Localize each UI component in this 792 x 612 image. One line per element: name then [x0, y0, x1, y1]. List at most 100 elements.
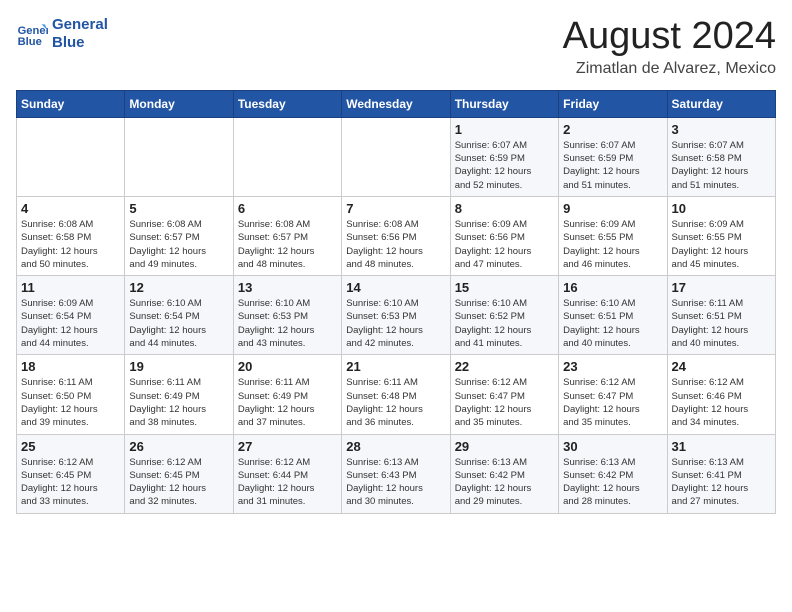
calendar-cell: 22 Sunrise: 6:12 AM Sunset: 6:47 PM Dayli…	[450, 355, 558, 434]
cell-info: Sunrise: 6:10 AM Sunset: 6:52 PM Dayligh…	[455, 297, 554, 350]
day-number: 25	[21, 439, 120, 454]
calendar-cell: 28 Sunrise: 6:13 AM Sunset: 6:43 PM Dayli…	[342, 434, 450, 513]
cell-info: Sunrise: 6:11 AM Sunset: 6:48 PM Dayligh…	[346, 376, 445, 429]
day-number: 2	[563, 122, 662, 137]
cell-info: Sunrise: 6:07 AM Sunset: 6:59 PM Dayligh…	[455, 139, 554, 192]
cell-info: Sunrise: 6:12 AM Sunset: 6:47 PM Dayligh…	[455, 376, 554, 429]
calendar-cell: 7 Sunrise: 6:08 AM Sunset: 6:56 PM Daylig…	[342, 196, 450, 275]
day-number: 14	[346, 280, 445, 295]
calendar-week-row: 18Sunrise: 6:11 AM Sunset: 6:50 PM Dayli…	[17, 355, 776, 434]
calendar-week-row: 1 Sunrise: 6:07 AM Sunset: 6:59 PM Daylig…	[17, 117, 776, 196]
logo-line2: Blue	[52, 34, 108, 52]
calendar-cell: 20Sunrise: 6:11 AM Sunset: 6:49 PM Dayli…	[233, 355, 341, 434]
cell-info: Sunrise: 6:09 AM Sunset: 6:54 PM Dayligh…	[21, 297, 120, 350]
cell-info: Sunrise: 6:12 AM Sunset: 6:47 PM Dayligh…	[563, 376, 662, 429]
day-number: 29	[455, 439, 554, 454]
cell-info: Sunrise: 6:08 AM Sunset: 6:57 PM Dayligh…	[129, 218, 228, 271]
day-number: 12	[129, 280, 228, 295]
day-number: 17	[672, 280, 771, 295]
day-number: 22	[455, 359, 554, 374]
day-number: 23	[563, 359, 662, 374]
calendar-cell: 12Sunrise: 6:10 AM Sunset: 6:54 PM Dayli…	[125, 276, 233, 355]
calendar-cell: 1 Sunrise: 6:07 AM Sunset: 6:59 PM Daylig…	[450, 117, 558, 196]
calendar-cell: 30Sunrise: 6:13 AM Sunset: 6:42 PM Dayli…	[559, 434, 667, 513]
cell-info: Sunrise: 6:08 AM Sunset: 6:56 PM Dayligh…	[346, 218, 445, 271]
day-header-tuesday: Tuesday	[233, 90, 341, 117]
calendar-cell: 11 Sunrise: 6:09 AM Sunset: 6:54 PM Dayli…	[17, 276, 125, 355]
cell-info: Sunrise: 6:13 AM Sunset: 6:42 PM Dayligh…	[455, 456, 554, 509]
cell-info: Sunrise: 6:11 AM Sunset: 6:51 PM Dayligh…	[672, 297, 771, 350]
day-number: 1	[455, 122, 554, 137]
cell-info: Sunrise: 6:09 AM Sunset: 6:55 PM Dayligh…	[672, 218, 771, 271]
svg-text:Blue: Blue	[18, 36, 42, 48]
calendar-cell: 18Sunrise: 6:11 AM Sunset: 6:50 PM Dayli…	[17, 355, 125, 434]
calendar-cell: 14 Sunrise: 6:10 AM Sunset: 6:53 PM Dayli…	[342, 276, 450, 355]
day-number: 3	[672, 122, 771, 137]
calendar-cell: 15 Sunrise: 6:10 AM Sunset: 6:52 PM Dayli…	[450, 276, 558, 355]
calendar-cell: 26 Sunrise: 6:12 AM Sunset: 6:45 PM Dayli…	[125, 434, 233, 513]
day-number: 18	[21, 359, 120, 374]
page-header: General Blue General Blue August 2024 Zi…	[16, 16, 776, 78]
day-header-sunday: Sunday	[17, 90, 125, 117]
calendar-cell: 23 Sunrise: 6:12 AM Sunset: 6:47 PM Dayli…	[559, 355, 667, 434]
day-number: 28	[346, 439, 445, 454]
day-header-monday: Monday	[125, 90, 233, 117]
cell-info: Sunrise: 6:09 AM Sunset: 6:56 PM Dayligh…	[455, 218, 554, 271]
calendar-cell: 6Sunrise: 6:08 AM Sunset: 6:57 PM Daylig…	[233, 196, 341, 275]
day-header-friday: Friday	[559, 90, 667, 117]
day-number: 5	[129, 201, 228, 216]
cell-info: Sunrise: 6:11 AM Sunset: 6:49 PM Dayligh…	[238, 376, 337, 429]
day-number: 26	[129, 439, 228, 454]
calendar-cell: 31Sunrise: 6:13 AM Sunset: 6:41 PM Dayli…	[667, 434, 775, 513]
logo-line1: General	[52, 16, 108, 34]
calendar-cell: 19 Sunrise: 6:11 AM Sunset: 6:49 PM Dayli…	[125, 355, 233, 434]
cell-info: Sunrise: 6:07 AM Sunset: 6:58 PM Dayligh…	[672, 139, 771, 192]
day-number: 4	[21, 201, 120, 216]
day-number: 31	[672, 439, 771, 454]
day-header-thursday: Thursday	[450, 90, 558, 117]
calendar-table: SundayMondayTuesdayWednesdayThursdayFrid…	[16, 90, 776, 514]
day-header-wednesday: Wednesday	[342, 90, 450, 117]
location-title: Zimatlan de Alvarez, Mexico	[563, 60, 776, 78]
day-number: 24	[672, 359, 771, 374]
calendar-cell: 25 Sunrise: 6:12 AM Sunset: 6:45 PM Dayli…	[17, 434, 125, 513]
calendar-cell	[17, 117, 125, 196]
day-number: 9	[563, 201, 662, 216]
day-number: 7	[346, 201, 445, 216]
cell-info: Sunrise: 6:12 AM Sunset: 6:45 PM Dayligh…	[21, 456, 120, 509]
day-number: 11	[21, 280, 120, 295]
cell-info: Sunrise: 6:13 AM Sunset: 6:43 PM Dayligh…	[346, 456, 445, 509]
cell-info: Sunrise: 6:13 AM Sunset: 6:42 PM Dayligh…	[563, 456, 662, 509]
calendar-cell	[233, 117, 341, 196]
cell-info: Sunrise: 6:11 AM Sunset: 6:49 PM Dayligh…	[129, 376, 228, 429]
day-number: 8	[455, 201, 554, 216]
calendar-cell: 29 Sunrise: 6:13 AM Sunset: 6:42 PM Dayli…	[450, 434, 558, 513]
calendar-cell: 5 Sunrise: 6:08 AM Sunset: 6:57 PM Daylig…	[125, 196, 233, 275]
calendar-cell: 17 Sunrise: 6:11 AM Sunset: 6:51 PM Dayli…	[667, 276, 775, 355]
cell-info: Sunrise: 6:10 AM Sunset: 6:51 PM Dayligh…	[563, 297, 662, 350]
calendar-cell: 3 Sunrise: 6:07 AM Sunset: 6:58 PM Daylig…	[667, 117, 775, 196]
cell-info: Sunrise: 6:10 AM Sunset: 6:53 PM Dayligh…	[346, 297, 445, 350]
calendar-week-row: 11 Sunrise: 6:09 AM Sunset: 6:54 PM Dayli…	[17, 276, 776, 355]
cell-info: Sunrise: 6:12 AM Sunset: 6:45 PM Dayligh…	[129, 456, 228, 509]
day-number: 16	[563, 280, 662, 295]
calendar-header-row: SundayMondayTuesdayWednesdayThursdayFrid…	[17, 90, 776, 117]
day-number: 27	[238, 439, 337, 454]
calendar-cell: 4 Sunrise: 6:08 AM Sunset: 6:58 PM Daylig…	[17, 196, 125, 275]
calendar-cell: 10 Sunrise: 6:09 AM Sunset: 6:55 PM Dayli…	[667, 196, 775, 275]
cell-info: Sunrise: 6:08 AM Sunset: 6:58 PM Dayligh…	[21, 218, 120, 271]
day-number: 15	[455, 280, 554, 295]
calendar-week-row: 25 Sunrise: 6:12 AM Sunset: 6:45 PM Dayli…	[17, 434, 776, 513]
day-number: 21	[346, 359, 445, 374]
day-number: 19	[129, 359, 228, 374]
day-header-saturday: Saturday	[667, 90, 775, 117]
day-number: 10	[672, 201, 771, 216]
month-year-title: August 2024	[563, 16, 776, 58]
calendar-cell: 21 Sunrise: 6:11 AM Sunset: 6:48 PM Dayli…	[342, 355, 450, 434]
svg-text:General: General	[18, 25, 48, 37]
calendar-cell: 8 Sunrise: 6:09 AM Sunset: 6:56 PM Daylig…	[450, 196, 558, 275]
cell-info: Sunrise: 6:12 AM Sunset: 6:46 PM Dayligh…	[672, 376, 771, 429]
calendar-cell: 2Sunrise: 6:07 AM Sunset: 6:59 PM Daylig…	[559, 117, 667, 196]
cell-info: Sunrise: 6:09 AM Sunset: 6:55 PM Dayligh…	[563, 218, 662, 271]
day-number: 13	[238, 280, 337, 295]
